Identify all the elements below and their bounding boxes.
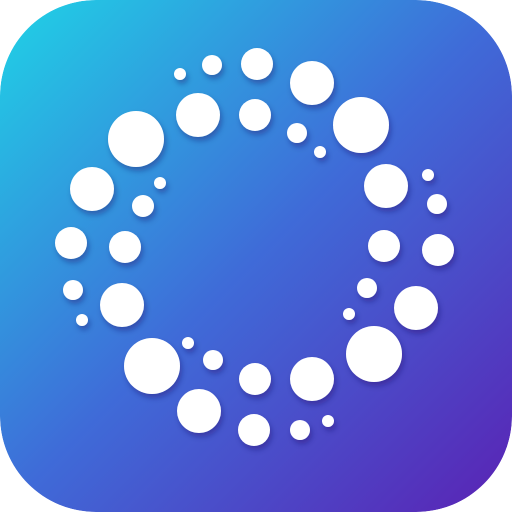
ring-dot <box>322 415 334 427</box>
ring-dot <box>364 164 408 208</box>
ring-dot <box>132 195 154 217</box>
ring-dot <box>182 337 194 349</box>
dotted-ring-icon <box>0 0 512 512</box>
ring-dot <box>290 357 334 401</box>
ring-dot <box>394 286 438 330</box>
ring-dot <box>422 169 434 181</box>
ring-dot <box>109 231 141 263</box>
ring-dot <box>154 177 166 189</box>
ring-dot <box>100 283 144 327</box>
ring-dot <box>290 61 334 105</box>
ring-dot <box>238 414 270 446</box>
ring-dot <box>287 123 307 143</box>
ring-dot <box>76 314 88 326</box>
app-icon[interactable] <box>0 0 512 512</box>
ring-dot <box>202 55 222 75</box>
ring-dot <box>333 97 389 153</box>
ring-dot <box>70 167 114 211</box>
ring-dot <box>290 420 310 440</box>
ring-dot <box>427 194 447 214</box>
ring-dot <box>343 308 355 320</box>
ring-dot <box>314 146 326 158</box>
ring-dot <box>368 230 400 262</box>
ring-dot <box>63 280 83 300</box>
ring-dot <box>239 363 271 395</box>
ring-dot <box>174 68 186 80</box>
ring-dot <box>422 234 454 266</box>
ring-dot <box>203 350 223 370</box>
ring-dot <box>357 278 377 298</box>
ring-dot <box>108 111 164 167</box>
ring-dot <box>124 338 180 394</box>
ring-dot <box>346 326 402 382</box>
ring-dot <box>176 93 220 137</box>
ring-dot <box>239 99 271 131</box>
ring-dot <box>55 227 87 259</box>
ring-dot <box>177 389 221 433</box>
ring-dot <box>241 48 273 80</box>
